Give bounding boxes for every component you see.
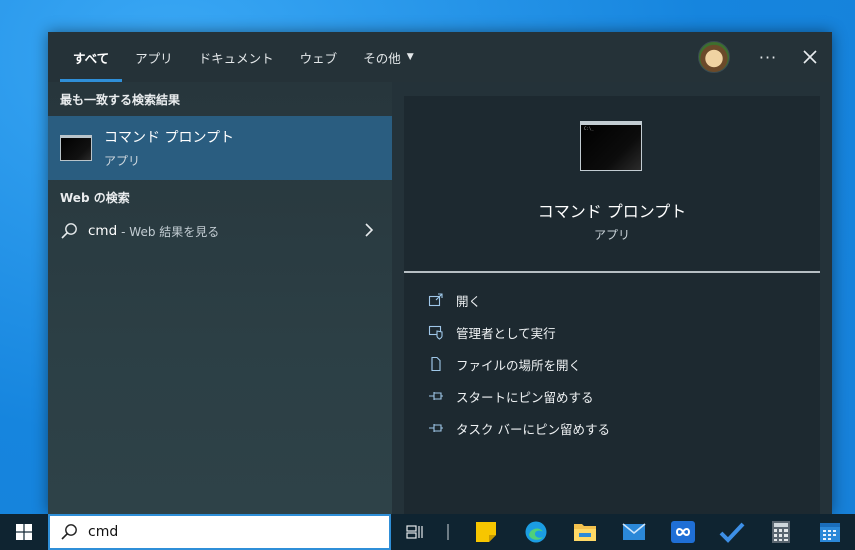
taskbar-edge[interactable] [512,514,560,550]
windows-logo-icon [16,524,32,540]
sticky-notes-icon [476,522,496,542]
best-match-subtitle: アプリ [104,154,141,168]
preview-subtitle: アプリ [593,228,630,242]
taskbar-infinity-app[interactable] [659,514,707,550]
cmd-icon [580,121,642,171]
tab-more-label: その他 [363,50,401,66]
action-list: 開く 管理者として実行 ファイルの場所を開く スタートにピン留めする タスク バ… [404,284,820,444]
search-icon [61,524,77,540]
tab-web-label: ウェブ [299,50,338,66]
task-view-icon [406,525,423,539]
action-pin-to-start-label: スタートにピン留めする [456,389,594,405]
infinity-app-icon [671,521,695,543]
taskbar-todo[interactable] [708,514,756,550]
taskbar: cmd [0,514,855,550]
web-search-suffix: - Web 結果を見る [121,224,220,239]
tab-apps-label: アプリ [135,50,173,66]
taskbar-calculator[interactable] [757,514,805,550]
tab-web[interactable]: ウェブ [287,32,351,82]
calculator-icon [772,521,790,543]
action-pin-to-taskbar[interactable]: タスク バーにピン留めする [404,412,820,444]
search-panel: すべて アプリ ドキュメント ウェブ その他 ▼ ··· 最も一致する検索結果 コ… [48,32,832,514]
search-tabs: すべて アプリ ドキュメント ウェブ その他 ▼ ··· [48,32,832,82]
taskbar-file-explorer[interactable] [561,514,609,550]
start-button[interactable] [0,514,48,550]
action-open-file-location[interactable]: ファイルの場所を開く [404,348,820,380]
tab-apps[interactable]: アプリ [122,32,186,82]
taskbar-mail[interactable] [610,514,658,550]
tab-all-label: すべて [73,50,110,66]
more-options-button[interactable]: ··· [748,32,788,82]
best-match-title: コマンド プロンプト [104,130,235,146]
results-pane: 最も一致する検索結果 コマンド プロンプト アプリ Web の検索 cmd - … [48,82,392,514]
divider [404,271,820,273]
tab-documents-label: ドキュメント [198,50,274,66]
chevron-down-icon: ▼ [406,52,414,62]
calendar-icon [820,523,840,542]
mail-icon [622,523,646,540]
best-match-result[interactable]: コマンド プロンプト アプリ [48,116,392,180]
task-view-button[interactable] [391,514,439,550]
action-run-as-admin-label: 管理者として実行 [456,325,556,341]
action-pin-to-start[interactable]: スタートにピン留めする [404,380,820,412]
file-location-icon [431,356,441,372]
best-match-header: 最も一致する検索結果 [60,92,181,107]
chevron-right-icon[interactable] [364,222,374,238]
run-as-admin-icon [428,325,443,340]
cmd-icon [60,135,92,161]
action-pin-to-taskbar-label: タスク バーにピン留めする [456,421,610,437]
web-search-result[interactable]: cmd - Web 結果を見る [48,216,392,246]
pin-icon [429,392,443,400]
user-avatar[interactable] [698,41,730,73]
preview-pane: コマンド プロンプト アプリ 開く 管理者として実行 ファイルの場所を開く スタ… [404,96,820,514]
app-preview: コマンド プロンプト アプリ [404,96,820,272]
edge-icon [525,521,547,543]
todo-icon [719,522,745,543]
preview-title: コマンド プロンプト [537,202,687,221]
search-icon [61,223,77,239]
taskbar-separator [447,524,449,540]
action-open-label: 開く [456,293,482,309]
ellipsis-icon: ··· [758,47,778,67]
tab-more[interactable]: その他 ▼ [350,32,426,82]
close-icon [803,50,817,64]
web-search-query: cmd [88,223,118,239]
tab-documents[interactable]: ドキュメント [186,32,287,82]
taskbar-calendar[interactable] [806,514,854,550]
action-open[interactable]: 開く [404,284,820,316]
action-run-as-admin[interactable]: 管理者として実行 [404,316,820,348]
taskbar-search-box[interactable]: cmd [48,514,391,550]
open-icon [428,293,443,307]
taskbar-search-value: cmd [88,524,119,540]
web-search-header: Web の検索 [60,190,130,205]
file-explorer-icon [574,524,596,541]
action-open-file-location-label: ファイルの場所を開く [456,357,582,373]
taskbar-sticky-notes[interactable] [462,514,510,550]
close-button[interactable] [788,32,832,82]
tab-all[interactable]: すべて [48,32,123,82]
pin-icon [429,424,443,432]
